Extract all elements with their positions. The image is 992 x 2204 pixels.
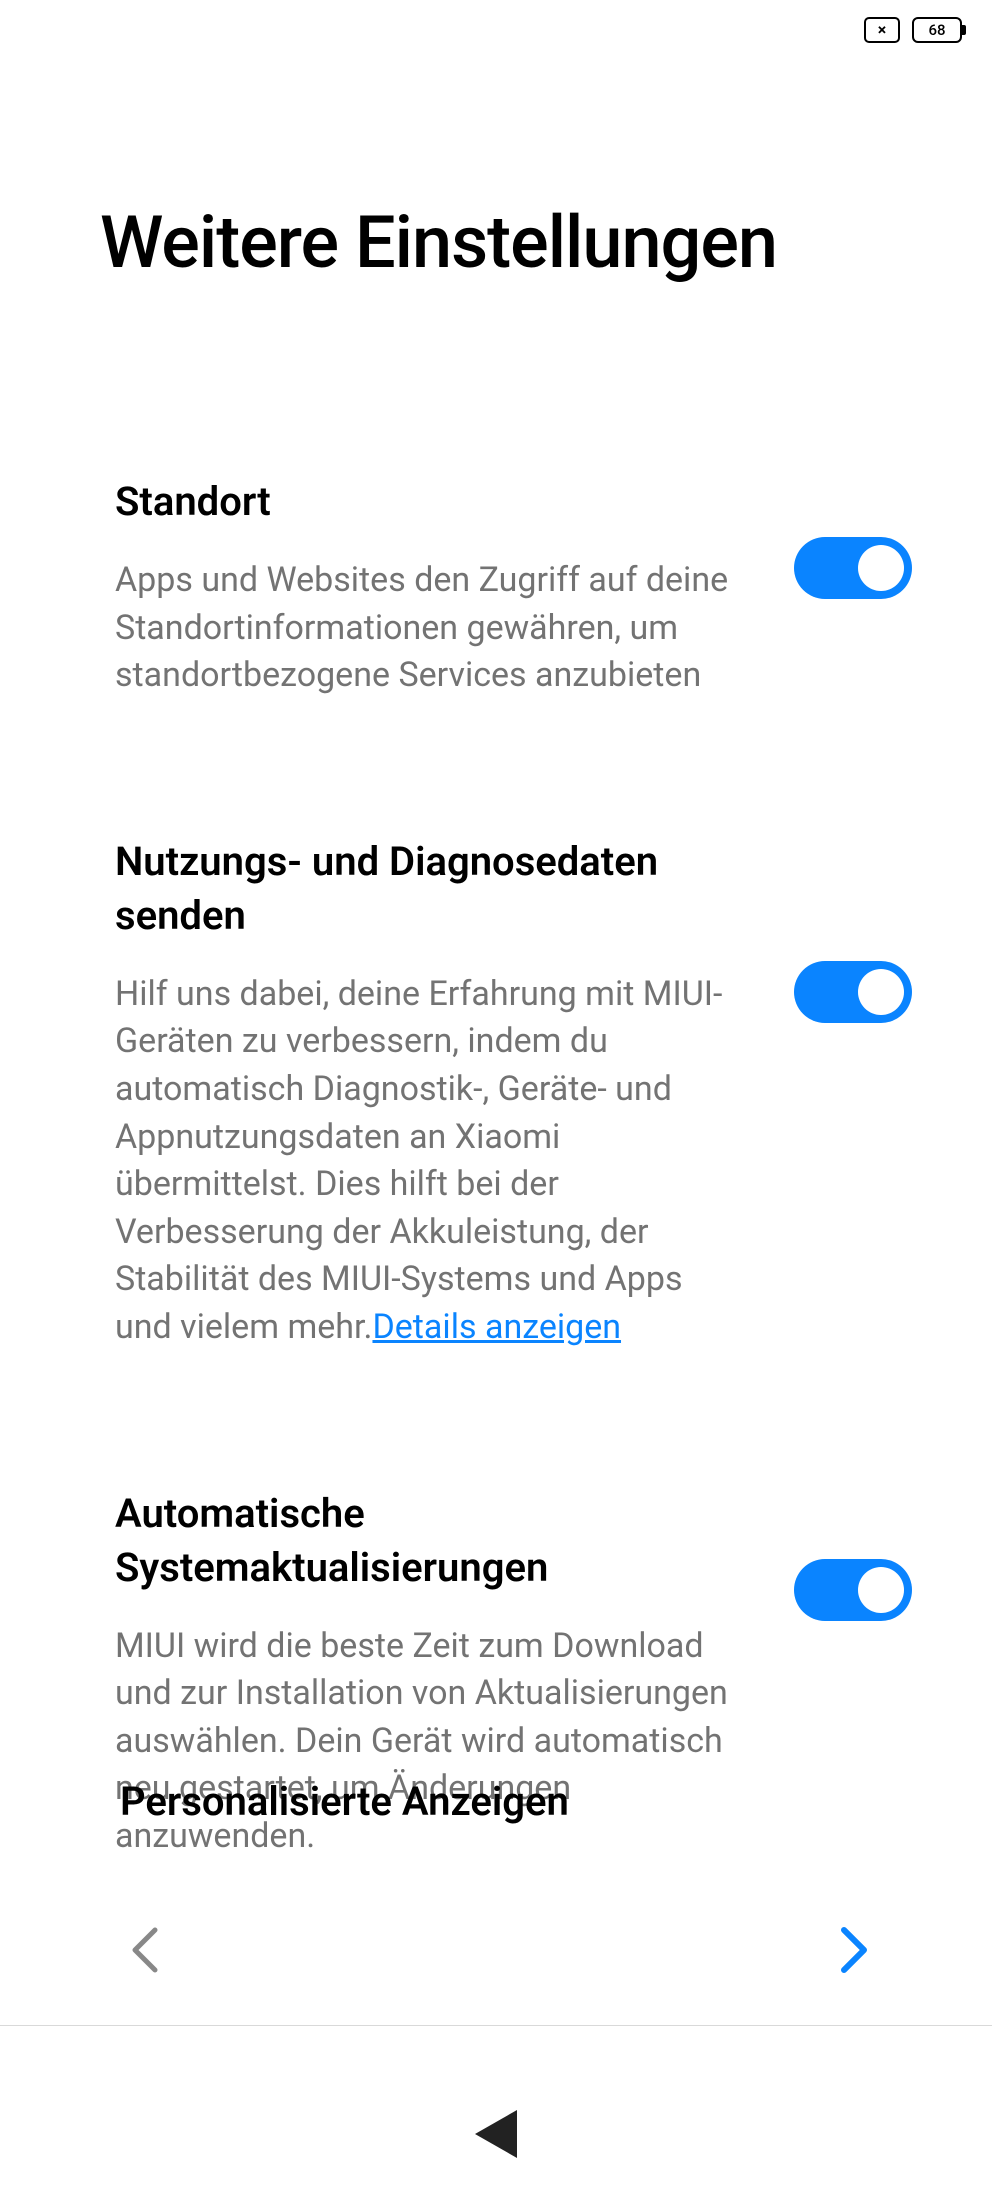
setting-location-title: Standort <box>115 475 744 529</box>
details-link[interactable]: Details anzeigen <box>372 1307 621 1347</box>
back-triangle-icon[interactable] <box>475 2110 517 2158</box>
setting-personalized-ads-title: Personalisierte Anzeigen <box>80 1778 569 1825</box>
page-title: Weitere Einstellungen <box>0 60 992 285</box>
setting-diagnostics-title: Nutzungs- und Diagnosedaten senden <box>115 835 744 943</box>
settings-list: Standort Apps und Websites den Zugriff a… <box>0 285 992 1861</box>
status-bar: × 68 <box>0 0 992 60</box>
chevron-back-icon[interactable] <box>130 1925 160 1984</box>
nav-bar <box>0 1870 992 1984</box>
chevron-forward-icon[interactable] <box>839 1925 869 1984</box>
sim-status-icon: × <box>864 17 900 43</box>
setting-diagnostics[interactable]: Nutzungs- und Diagnosedaten senden Hilf … <box>115 835 912 1352</box>
setting-diagnostics-description: Hilf uns dabei, deine Erfahrung mit MIUI… <box>115 971 744 1352</box>
battery-icon: 68 <box>912 17 962 43</box>
divider <box>0 2025 992 2026</box>
toggle-knob <box>858 545 904 591</box>
toggle-auto-updates[interactable] <box>794 1559 912 1621</box>
setting-location[interactable]: Standort Apps und Websites den Zugriff a… <box>115 475 912 700</box>
toggle-location[interactable] <box>794 537 912 599</box>
toggle-diagnostics[interactable] <box>794 961 912 1023</box>
toggle-knob <box>858 969 904 1015</box>
system-nav-bar <box>0 2064 992 2204</box>
setting-auto-updates-title: Automatische Systemaktualisierungen <box>115 1487 744 1595</box>
toggle-knob <box>858 1567 904 1613</box>
setting-location-description: Apps und Websites den Zugriff auf deine … <box>115 557 744 700</box>
